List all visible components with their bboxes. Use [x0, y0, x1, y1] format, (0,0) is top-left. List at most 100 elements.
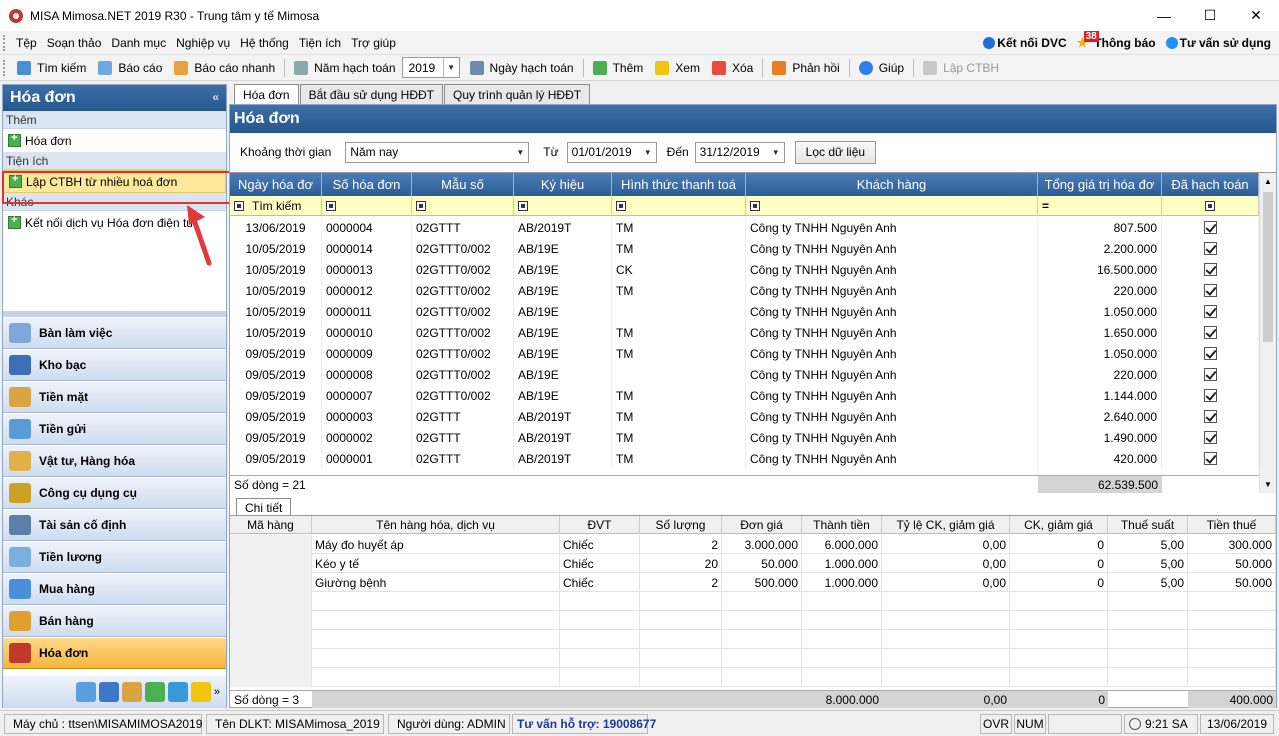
posted-checkbox[interactable] — [1203, 431, 1217, 444]
grip-handle[interactable] — [3, 34, 7, 51]
maximize-button[interactable]: ☐ — [1187, 0, 1233, 31]
menu-danh-muc[interactable]: Danh mục — [106, 36, 171, 50]
tab-chi-tiet[interactable]: Chi tiết — [236, 498, 292, 516]
nav-tien-gui[interactable]: Tiền gửi — [3, 413, 226, 445]
filter-cell-mau[interactable] — [412, 196, 514, 216]
filter-cell-cust[interactable] — [746, 196, 1038, 216]
menu-tep[interactable]: Tệp — [11, 36, 42, 50]
nav-ban-hang[interactable]: Bán hàng — [3, 605, 226, 637]
folder-icon[interactable] — [190, 682, 211, 702]
filter-operator-icon[interactable] — [1205, 200, 1215, 211]
col-khach-hang[interactable]: Khách hàng — [746, 173, 1038, 196]
table-row[interactable]: 09/05/2019 0000008 02GTTT0/002 AB/19E Công t… — [230, 364, 1259, 385]
posted-checkbox[interactable] — [1203, 263, 1217, 276]
posted-checkbox[interactable] — [1203, 305, 1217, 318]
quick-report-button[interactable]: Báo cáo nhanh — [168, 57, 281, 79]
filter-operator-icon[interactable] — [750, 200, 760, 211]
scroll-down-icon[interactable]: ▼ — [1260, 476, 1276, 493]
col-ky-hieu[interactable]: Ký hiệu — [514, 173, 612, 196]
posted-checkbox[interactable] — [1203, 221, 1217, 234]
filter-cell-date[interactable]: Tìm kiếm — [230, 196, 322, 216]
toolbar-grip[interactable] — [3, 59, 7, 76]
nav-cong-cu[interactable]: Công cụ dụng cụ — [3, 477, 226, 509]
detail-row[interactable]: Máy đo huyết áp Chiếc 2 3.000.000 6.000.000 0… — [230, 535, 1276, 554]
tools-icon[interactable] — [121, 682, 142, 702]
tu-van-link[interactable]: Tư vấn sử dụng — [1165, 36, 1271, 50]
grid-scrollbar[interactable]: ▲ ▼ — [1259, 173, 1276, 493]
fiscal-year-select[interactable]: 2019 ▼ — [401, 57, 460, 78]
col-tong-gia-tri[interactable]: Tổng giá trị hóa đơ — [1038, 173, 1162, 196]
chevron-down-icon[interactable]: ▼ — [512, 143, 528, 162]
detail-empty-row[interactable] — [230, 592, 1276, 611]
detail-empty-row[interactable] — [230, 611, 1276, 630]
collapse-icon[interactable]: « — [212, 90, 219, 104]
col-da-hach-toan[interactable]: Đã hạch toán — [1162, 173, 1259, 196]
help-button[interactable]: Giúp — [853, 57, 910, 79]
table-row[interactable]: 10/05/2019 0000014 02GTTT0/002 AB/19E TM Công… — [230, 238, 1259, 259]
dcol-don-gia[interactable]: Đơn giá — [722, 516, 802, 534]
table-row[interactable]: 10/05/2019 0000013 02GTTT0/002 AB/19E CK Công… — [230, 259, 1259, 280]
dcol-ty-le-ck[interactable]: Tỷ lệ CK, giảm giá — [882, 516, 1010, 534]
table-row[interactable]: 10/05/2019 0000010 02GTTT0/002 AB/19E TM Công… — [230, 322, 1259, 343]
posted-checkbox[interactable] — [1203, 347, 1217, 360]
menu-tien-ich[interactable]: Tiện ích — [294, 36, 346, 50]
table-row[interactable]: 10/05/2019 0000012 02GTTT0/002 AB/19E TM Công… — [230, 280, 1259, 301]
feedback-button[interactable]: Phản hồi — [766, 57, 845, 79]
dcol-tien-thue[interactable]: Tiền thuế — [1188, 516, 1276, 534]
dcol-so-luong[interactable]: Số lượng — [640, 516, 722, 534]
posting-date-button[interactable]: Ngày hạch toán — [464, 57, 580, 79]
minimize-button[interactable]: — — [1141, 0, 1187, 31]
ket-noi-dvc-link[interactable]: Kết nối DVC — [983, 36, 1067, 50]
filter-data-button[interactable]: Lọc dữ liệu — [794, 140, 877, 164]
nav-ban-lam-viec[interactable]: Bàn làm việc — [3, 317, 226, 349]
delete-button[interactable]: Xóa — [706, 57, 759, 79]
checklist-icon[interactable] — [167, 682, 188, 702]
to-date-input[interactable]: 31/12/2019 ▼ — [694, 141, 785, 163]
tab-quy-trinh-hddt[interactable]: Quy trình quản lý HĐĐT — [444, 84, 591, 104]
nav-tien-luong[interactable]: Tiền lương — [3, 541, 226, 573]
detail-row[interactable]: Giường bệnh Chiếc 2 500.000 1.000.000 0,00 0 5,… — [230, 573, 1276, 592]
thong-bao-link[interactable]: ★ 38 Thông báo — [1077, 31, 1156, 51]
nav-mua-hang[interactable]: Mua hàng — [3, 573, 226, 605]
left-item-hoa-don[interactable]: Hóa đơn — [3, 129, 226, 152]
nav-tai-san[interactable]: Tài sản cố định — [3, 509, 226, 541]
menu-soan-thao[interactable]: Soạn thảo — [42, 36, 107, 50]
menu-nghiep-vu[interactable]: Nghiệp vụ — [171, 36, 235, 50]
tab-bat-dau-hddt[interactable]: Bắt đầu sử dụng HĐĐT — [299, 84, 444, 104]
nav-tien-mat[interactable]: Tiền mặt — [3, 381, 226, 413]
table-row[interactable]: 13/06/2019 0000004 02GTTT AB/2019T TM Công ty… — [230, 217, 1259, 238]
table-row[interactable]: 09/05/2019 0000003 02GTTT AB/2019T TM Công ty… — [230, 406, 1259, 427]
filter-cell-check[interactable] — [1162, 196, 1259, 216]
menu-he-thong[interactable]: Hệ thống — [235, 36, 294, 50]
filter-operator-icon[interactable] — [616, 200, 626, 211]
posted-checkbox[interactable] — [1203, 389, 1217, 402]
chevron-down-icon[interactable]: ▼ — [640, 143, 656, 162]
posted-checkbox[interactable] — [1203, 326, 1217, 339]
col-hinh-thuc-tt[interactable]: Hình thức thanh toá — [612, 173, 746, 196]
nav-hoa-don[interactable]: Hóa đơn — [3, 637, 226, 669]
detail-empty-row[interactable] — [230, 649, 1276, 668]
dcol-thanh-tien[interactable]: Thành tiền — [802, 516, 882, 534]
table-row[interactable]: 09/05/2019 0000009 02GTTT0/002 AB/19E TM Công… — [230, 343, 1259, 364]
filter-cell-total[interactable]: = — [1038, 196, 1162, 216]
filter-cell-kh[interactable] — [514, 196, 612, 216]
dcol-ck-giam-gia[interactable]: CK, giảm giá — [1010, 516, 1108, 534]
lap-ctbh-button[interactable]: Lập CTBH — [917, 57, 1005, 79]
dcol-ten-hang[interactable]: Tên hàng hóa, dịch vụ — [312, 516, 560, 534]
period-select[interactable]: Năm nay ▼ — [345, 141, 530, 163]
posted-checkbox[interactable] — [1203, 284, 1217, 297]
scroll-thumb[interactable] — [1263, 192, 1273, 342]
view-button[interactable]: Xem — [649, 57, 706, 79]
dcol-thue-suat[interactable]: Thuế suất — [1108, 516, 1188, 534]
posted-checkbox[interactable] — [1203, 452, 1217, 465]
menu-tro-giup[interactable]: Trợ giúp — [346, 36, 401, 50]
chevron-down-icon[interactable]: ▼ — [768, 143, 784, 162]
filter-operator-icon[interactable] — [518, 200, 528, 211]
col-mau-so[interactable]: Mẫu số — [412, 173, 514, 196]
search-button[interactable]: Tìm kiếm — [11, 57, 92, 79]
filter-cell-num[interactable] — [322, 196, 412, 216]
col-so-hoa-don[interactable]: Số hóa đơn — [322, 173, 412, 196]
posted-checkbox[interactable] — [1203, 368, 1217, 381]
percent-icon[interactable] — [75, 682, 96, 702]
posted-checkbox[interactable] — [1203, 242, 1217, 255]
